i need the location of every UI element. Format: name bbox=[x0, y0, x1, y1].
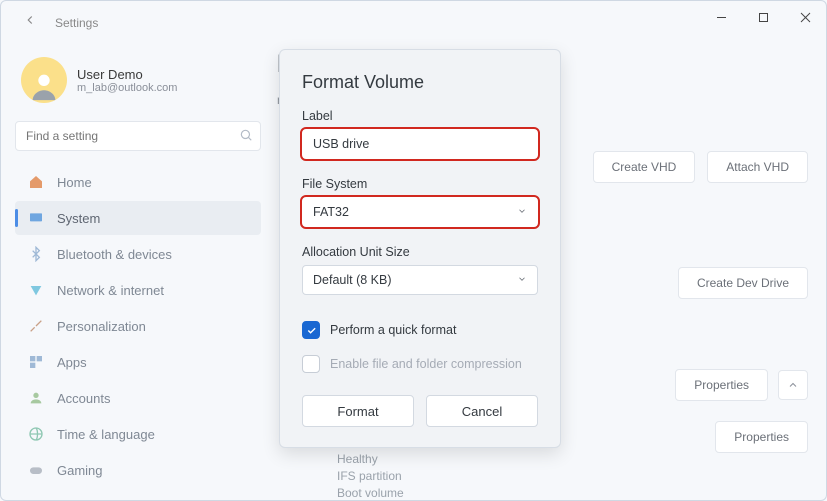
attach-vhd-button[interactable]: Attach VHD bbox=[707, 151, 808, 183]
sidebar-item-label: Accounts bbox=[57, 391, 110, 406]
sidebar-item-label: Home bbox=[57, 175, 92, 190]
file-system-select[interactable]: FAT32 bbox=[302, 197, 538, 227]
sidebar-item-network[interactable]: Network & internet bbox=[15, 273, 261, 307]
sidebar-item-time[interactable]: Time & language bbox=[15, 417, 261, 451]
sidebar-item-label: Bluetooth & devices bbox=[57, 247, 172, 262]
allocation-size-select[interactable]: Default (8 KB) bbox=[302, 265, 538, 295]
compression-label: Enable file and folder compression bbox=[330, 357, 522, 371]
chevron-down-icon bbox=[517, 273, 527, 287]
sidebar-item-label: Apps bbox=[57, 355, 87, 370]
globe-icon bbox=[27, 425, 45, 443]
dialog-title: Format Volume bbox=[302, 72, 538, 93]
quick-format-label: Perform a quick format bbox=[330, 323, 456, 337]
sidebar-item-bluetooth[interactable]: Bluetooth & devices bbox=[15, 237, 261, 271]
cancel-button[interactable]: Cancel bbox=[426, 395, 538, 427]
expand-button[interactable] bbox=[778, 370, 808, 400]
chevron-down-icon bbox=[517, 205, 527, 219]
system-icon bbox=[27, 209, 45, 227]
sidebar-item-personalization[interactable]: Personalization bbox=[15, 309, 261, 343]
format-volume-dialog: Format Volume Label File System FAT32 Al… bbox=[279, 49, 561, 448]
person-icon bbox=[27, 389, 45, 407]
sidebar-item-home[interactable]: Home bbox=[15, 165, 261, 199]
minimize-button[interactable] bbox=[700, 1, 742, 33]
properties-button-1[interactable]: Properties bbox=[675, 369, 768, 401]
search-input[interactable] bbox=[15, 121, 261, 151]
brush-icon bbox=[27, 317, 45, 335]
apps-icon bbox=[27, 353, 45, 371]
fs-label: File System bbox=[302, 177, 538, 191]
user-name: User Demo bbox=[77, 67, 177, 82]
sidebar-item-label: Time & language bbox=[57, 427, 155, 442]
sidebar-item-label: Personalization bbox=[57, 319, 146, 334]
avatar bbox=[21, 57, 67, 103]
alloc-label: Allocation Unit Size bbox=[302, 245, 538, 259]
volume-label-input[interactable] bbox=[302, 129, 538, 159]
gaming-icon bbox=[27, 461, 45, 479]
close-button[interactable] bbox=[784, 1, 826, 33]
network-icon bbox=[27, 281, 45, 299]
label-label: Label bbox=[302, 109, 538, 123]
sidebar-item-label: Network & internet bbox=[57, 283, 164, 298]
compression-checkbox[interactable] bbox=[302, 355, 320, 373]
back-icon[interactable] bbox=[23, 13, 37, 32]
properties-button-2[interactable]: Properties bbox=[715, 421, 808, 453]
bluetooth-icon bbox=[27, 245, 45, 263]
sidebar-item-apps[interactable]: Apps bbox=[15, 345, 261, 379]
home-icon bbox=[27, 173, 45, 191]
create-dev-drive-button[interactable]: Create Dev Drive bbox=[678, 267, 808, 299]
search-icon bbox=[239, 128, 253, 147]
sidebar-item-label: System bbox=[57, 211, 100, 226]
sidebar-item-label: Gaming bbox=[57, 463, 103, 478]
maximize-button[interactable] bbox=[742, 1, 784, 33]
sidebar-item-system[interactable]: System bbox=[15, 201, 261, 235]
sidebar-item-gaming[interactable]: Gaming bbox=[15, 453, 261, 487]
format-button[interactable]: Format bbox=[302, 395, 414, 427]
create-vhd-button[interactable]: Create VHD bbox=[593, 151, 696, 183]
quick-format-checkbox[interactable] bbox=[302, 321, 320, 339]
user-block[interactable]: User Demo m_lab@outlook.com bbox=[15, 49, 261, 121]
app-name: Settings bbox=[55, 16, 98, 30]
sidebar-item-accounts[interactable]: Accounts bbox=[15, 381, 261, 415]
user-email: m_lab@outlook.com bbox=[77, 82, 177, 94]
disk-info: Healthy IFS partition Boot volume bbox=[337, 451, 404, 501]
